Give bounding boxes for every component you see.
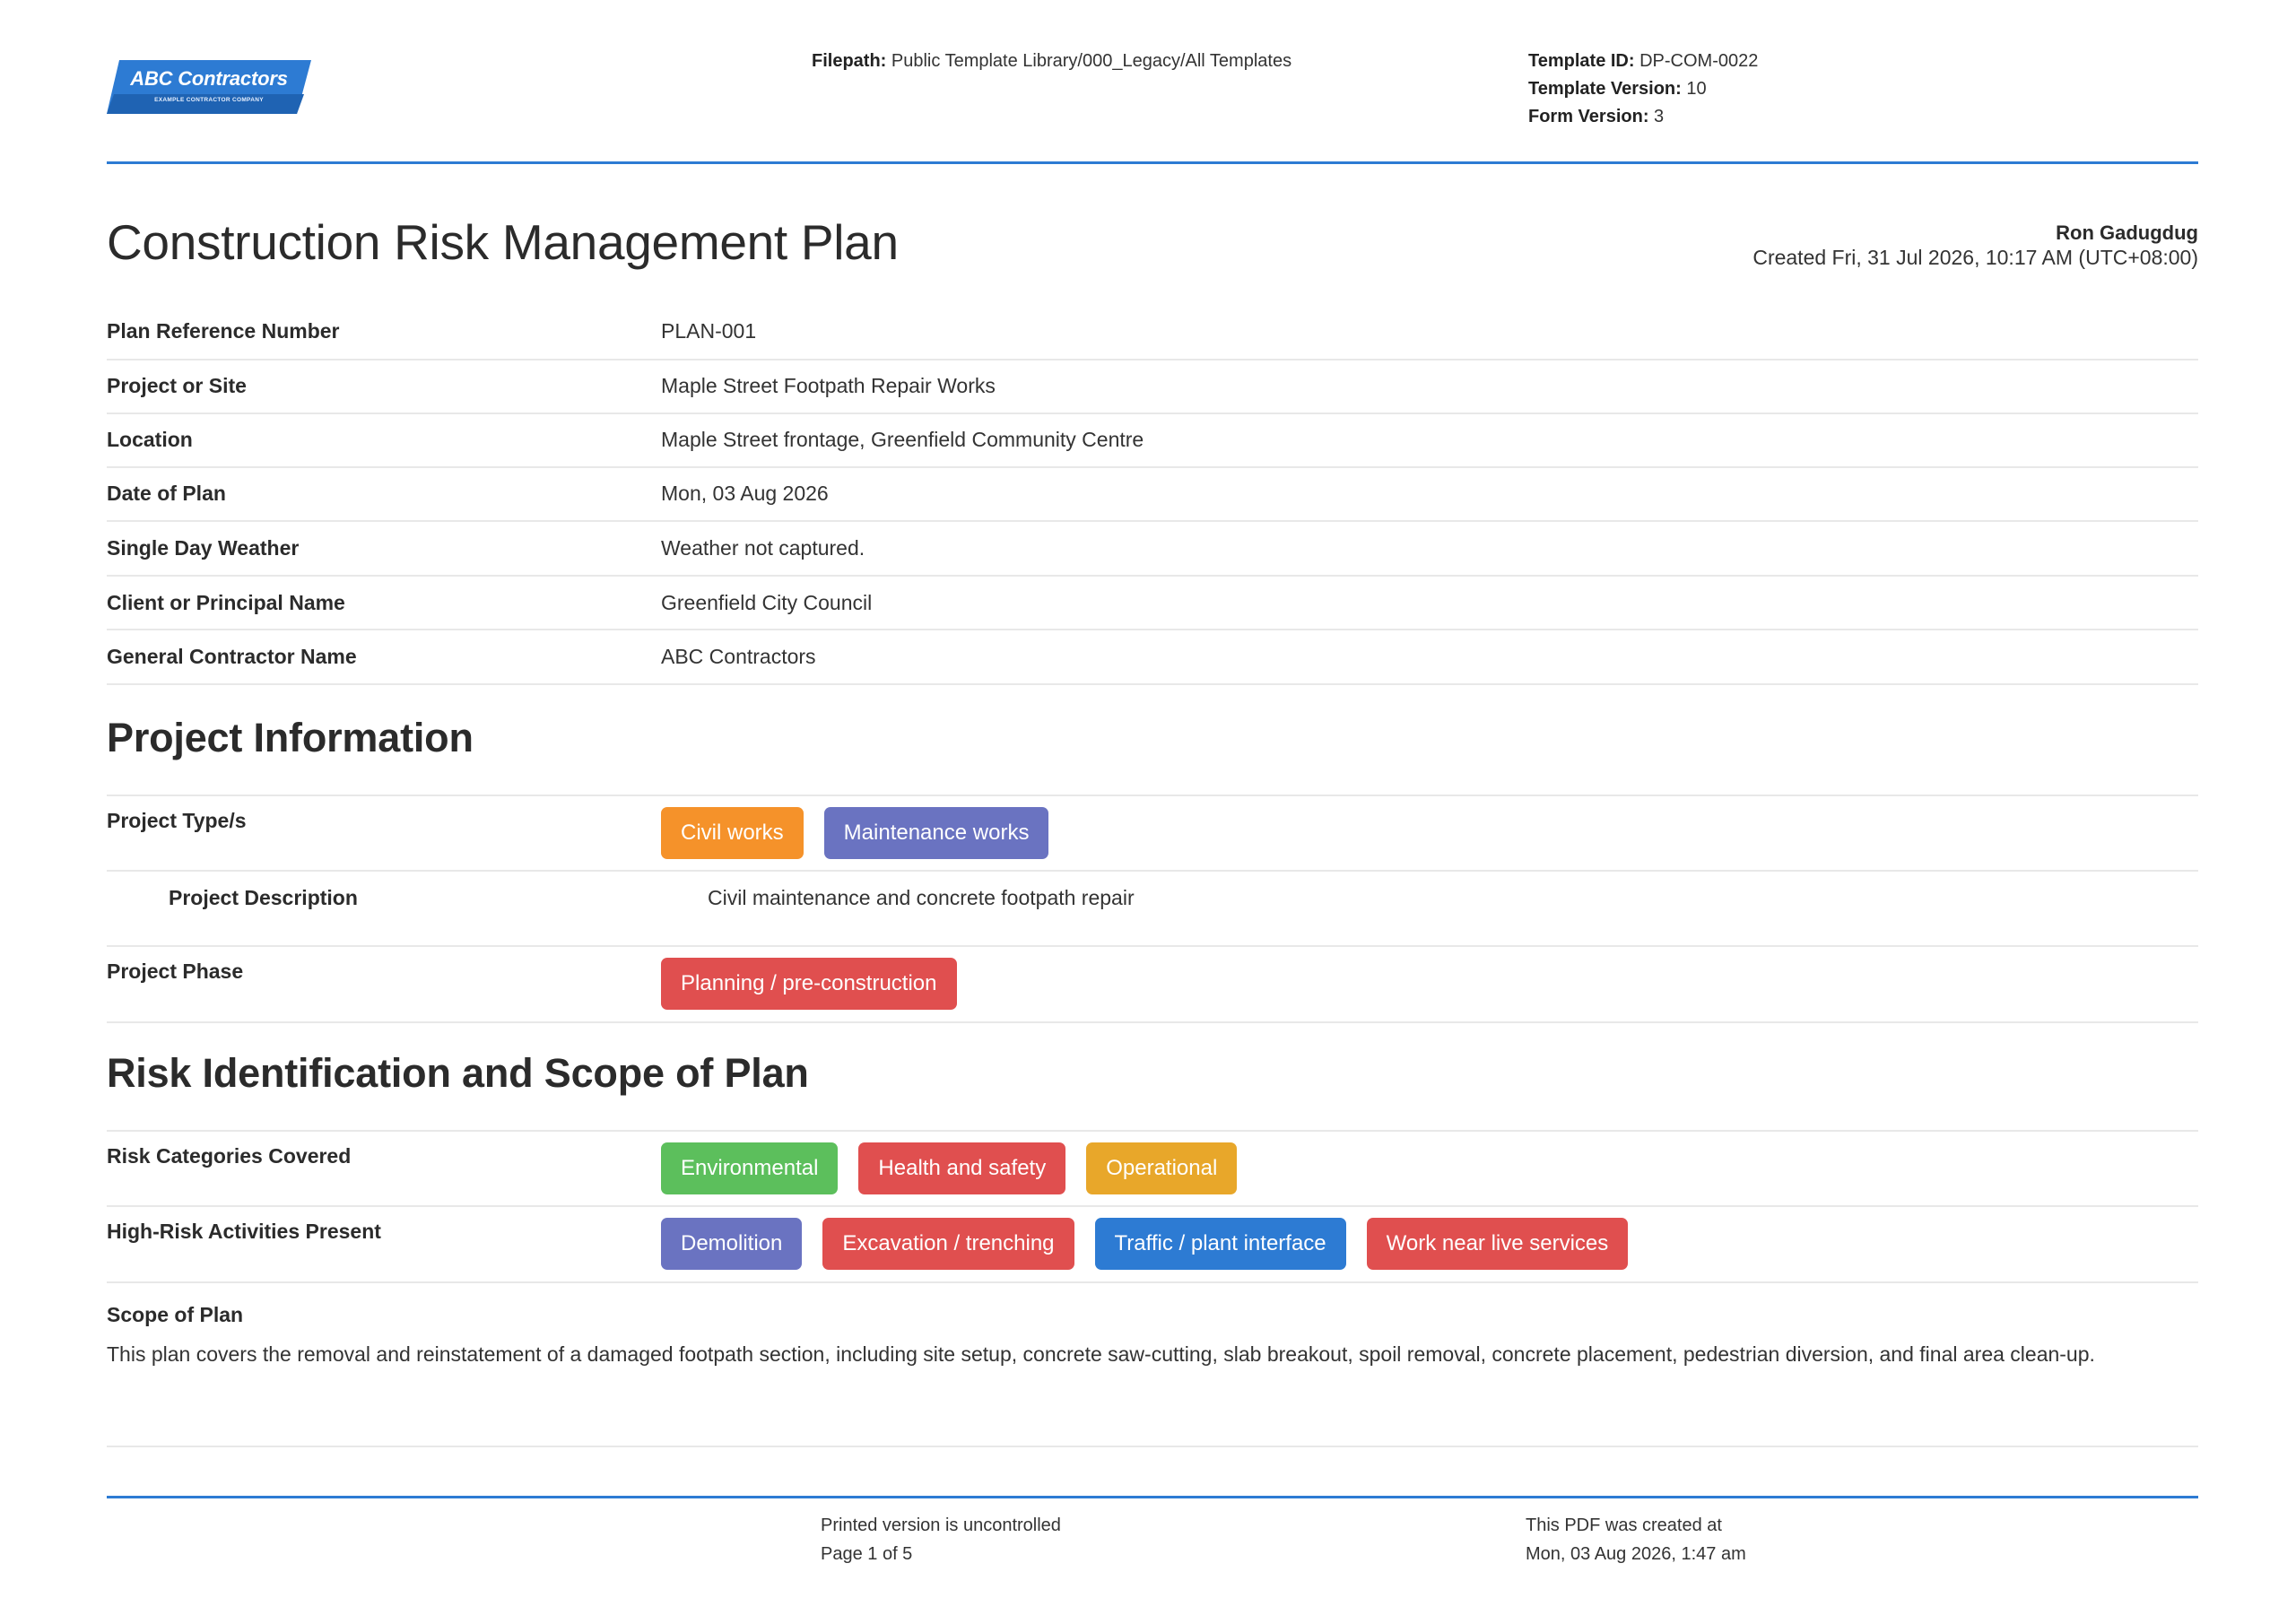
filepath-value: Public Template Library/000_Legacy/All T… xyxy=(891,51,1292,71)
logo-name: ABC Contractors xyxy=(130,67,288,90)
footer-center: Printed version is uncontrolled Page 1 o… xyxy=(821,1511,1061,1568)
filepath-label: Filepath: xyxy=(812,51,887,71)
author-name: Ron Gadugdug xyxy=(2056,221,2198,244)
field-value: ABC Contractors xyxy=(661,645,816,668)
form-version-value: 3 xyxy=(1654,107,1665,126)
page-header: ABC Contractors EXAMPLE CONTRACTOR COMPA… xyxy=(107,0,2198,164)
field-label: Location xyxy=(107,428,193,451)
field-label: General Contractor Name xyxy=(107,645,357,668)
tag-demolition: Demolition xyxy=(661,1218,803,1270)
tag-traffic-plant-interface: Traffic / plant interface xyxy=(1094,1218,1346,1270)
field-row-project-description: Project Description Civil maintenance an… xyxy=(107,872,2198,947)
company-logo: ABC Contractors EXAMPLE CONTRACTOR COMPA… xyxy=(107,58,311,117)
risk-category-tags: Environmental Health and safety Operatio… xyxy=(661,1142,1238,1194)
uncontrolled-notice: Printed version is uncontrolled xyxy=(821,1515,1061,1535)
field-label: Date of Plan xyxy=(107,482,226,505)
field-row-risk-categories: Risk Categories Covered Environmental He… xyxy=(107,1130,2198,1207)
field-row-date: Date of Plan Mon, 03 Aug 2026 xyxy=(107,468,2198,522)
field-label: Single Day Weather xyxy=(107,536,300,560)
field-label: Client or Principal Name xyxy=(107,591,345,614)
page-number: Page 1 of 5 xyxy=(821,1544,913,1564)
tag-civil-works: Civil works xyxy=(661,807,804,859)
template-id: Template ID: DP-COM-0022 xyxy=(1528,48,1758,75)
created-date: Created Fri, 31 Jul 2026, 10:17 AM (UTC+… xyxy=(1752,246,2198,269)
form-version-label: Form Version: xyxy=(1528,107,1649,126)
template-version-value: 10 xyxy=(1686,79,1707,99)
template-version: Template Version: 10 xyxy=(1528,75,1758,103)
form-version: Form Version: 3 xyxy=(1528,103,1758,131)
footer-right: This PDF was created at Mon, 03 Aug 2026… xyxy=(1526,1511,1746,1568)
author-block: Ron Gadugdug Created Fri, 31 Jul 2026, 1… xyxy=(1752,221,2198,270)
field-value: Civil maintenance and concrete footpath … xyxy=(708,886,1135,909)
tag-health-and-safety: Health and safety xyxy=(858,1142,1066,1194)
high-risk-activity-tags: Demolition Excavation / trenching Traffi… xyxy=(661,1218,1629,1270)
field-label: High-Risk Activities Present xyxy=(107,1220,381,1243)
field-row-project-types: Project Type/s Civil works Maintenance w… xyxy=(107,795,2198,872)
scope-text: This plan covers the removal and reinsta… xyxy=(107,1342,2095,1366)
field-row-client: Client or Principal Name Greenfield City… xyxy=(107,577,2198,630)
field-value: Maple Street frontage, Greenfield Commun… xyxy=(661,428,1144,451)
document-page: ABC Contractors EXAMPLE CONTRACTOR COMPA… xyxy=(107,0,2198,1624)
pdf-created-label: This PDF was created at xyxy=(1526,1515,1722,1535)
tag-planning-pre-construction: Planning / pre-construction xyxy=(661,958,957,1010)
footer-divider xyxy=(107,1496,2198,1498)
field-value: Greenfield City Council xyxy=(661,591,873,614)
tag-operational: Operational xyxy=(1086,1142,1238,1194)
pdf-created-value: Mon, 03 Aug 2026, 1:47 am xyxy=(1526,1544,1746,1564)
field-row-high-risk-activities: High-Risk Activities Present Demolition … xyxy=(107,1207,2198,1283)
field-label: Project Description xyxy=(169,886,358,909)
tag-maintenance-works: Maintenance works xyxy=(823,807,1049,859)
filepath-meta: Filepath: Public Template Library/000_Le… xyxy=(812,48,1292,75)
template-version-label: Template Version: xyxy=(1528,79,1682,99)
field-row-location: Location Maple Street frontage, Greenfie… xyxy=(107,414,2198,468)
field-row-weather: Single Day Weather Weather not captured. xyxy=(107,522,2198,577)
field-label: Plan Reference Number xyxy=(107,319,340,343)
project-type-tags: Civil works Maintenance works xyxy=(661,807,1049,859)
field-row-project-phase: Project Phase Planning / pre-constructio… xyxy=(107,947,2198,1023)
template-id-value: DP-COM-0022 xyxy=(1639,51,1759,71)
section-heading-risk-identification: Risk Identification and Scope of Plan xyxy=(107,1050,809,1096)
logo-tagline: EXAMPLE CONTRACTOR COMPANY xyxy=(154,97,264,103)
field-label: Project or Site xyxy=(107,374,247,397)
field-row-contractor: General Contractor Name ABC Contractors xyxy=(107,630,2198,685)
field-value: Maple Street Footpath Repair Works xyxy=(661,374,996,397)
tag-work-near-live-services: Work near live services xyxy=(1366,1218,1629,1270)
tag-environmental: Environmental xyxy=(661,1142,839,1194)
field-label: Scope of Plan xyxy=(107,1303,244,1326)
field-label: Project Phase xyxy=(107,960,244,983)
field-value: Weather not captured. xyxy=(661,536,865,560)
field-value: PLAN-001 xyxy=(661,319,757,343)
field-label: Project Type/s xyxy=(107,809,247,832)
field-row-project-site: Project or Site Maple Street Footpath Re… xyxy=(107,360,2198,414)
template-id-label: Template ID: xyxy=(1528,51,1635,71)
template-meta: Template ID: DP-COM-0022 Template Versio… xyxy=(1528,48,1758,131)
document-title: Construction Risk Management Plan xyxy=(107,214,899,270)
tag-excavation-trenching: Excavation / trenching xyxy=(822,1218,1074,1270)
field-value: Mon, 03 Aug 2026 xyxy=(661,482,829,505)
field-row-plan-reference: Plan Reference Number PLAN-001 xyxy=(107,305,2198,360)
section-heading-project-information: Project Information xyxy=(107,715,474,760)
project-phase-tags: Planning / pre-construction xyxy=(661,958,957,1010)
field-label: Risk Categories Covered xyxy=(107,1144,352,1168)
